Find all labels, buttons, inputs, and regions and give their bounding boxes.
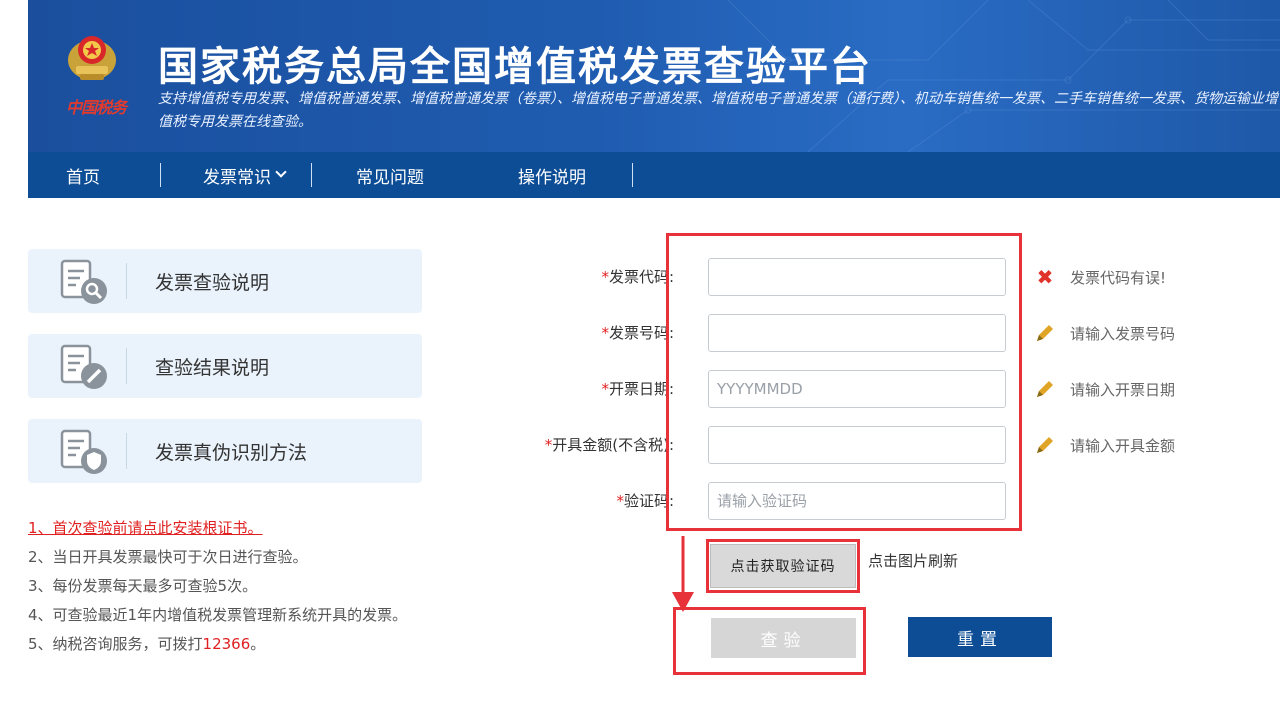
captcha-image-text: 点击获取验证码 (730, 559, 836, 575)
reset-button[interactable]: 重置 (908, 617, 1052, 657)
label-text: 开票日期: (608, 380, 674, 398)
form-row-issue-date: *开票日期: 请输入开票日期 (0, 370, 1280, 410)
amount-input[interactable] (708, 426, 1006, 464)
site-subtitle: 支持增值税专用发票、增值税普通发票、增值税普通发票（卷票）、增值税电子普通发票、… (158, 91, 1278, 130)
invoice-number-input[interactable] (708, 314, 1006, 352)
form-row-captcha: *验证码: (0, 482, 1280, 522)
main-nav: 首页 发票常识 常见问题 操作说明 (28, 152, 1280, 198)
hint-text: 请输入开具金额 (1070, 436, 1176, 455)
captcha-image[interactable]: 点击获取验证码 (710, 544, 856, 588)
notice-list: 1、首次查验前请点此安装根证书。 2、当日开具发票最快可于次日进行查验。 3、每… (28, 514, 478, 659)
label-text: 开具金额(不含税): (552, 436, 674, 454)
form-row-invoice-code: *发票代码: ✖ 发票代码有误! (0, 258, 1280, 298)
invoice-code-input[interactable] (708, 258, 1006, 296)
nav-faq[interactable]: 常见问题 (356, 152, 424, 198)
amount-label: *开具金额(不含税): (545, 434, 674, 455)
hint-text: 发票代码有误! (1070, 268, 1167, 287)
notice-item: 4、可查验最近1年内增值税发票管理新系统开具的发票。 (28, 606, 408, 624)
nav-knowledge-label: 发票常识 (203, 167, 271, 188)
amount-hint: 请输入开具金额 (1034, 434, 1175, 456)
captcha-refresh-text[interactable]: 点击图片刷新 (868, 550, 958, 571)
site-title: 国家税务总局全国增值税发票查验平台 (158, 44, 872, 90)
required-mark: * (616, 492, 624, 510)
site-header-banner: 中国税务 国家税务总局全国增值税发票查验平台 支持增值税专用发票、增值税普通发票… (28, 0, 1280, 152)
brand-calligraphy: 中国税务 (66, 98, 127, 117)
check-button[interactable]: 查验 (711, 618, 856, 658)
pencil-icon (1037, 381, 1053, 397)
nav-faq-label: 常见问题 (356, 167, 424, 188)
captcha-label: *验证码: (616, 490, 674, 511)
error-x-icon: ✖ (1036, 265, 1054, 289)
nav-guide-label: 操作说明 (518, 167, 586, 188)
required-mark: * (601, 324, 609, 342)
invoice-code-label: *发票代码: (601, 266, 674, 287)
notice-text: 5、纳税咨询服务，可拨打 (28, 635, 203, 653)
label-text: 验证码: (623, 492, 674, 510)
issue-date-input[interactable] (708, 370, 1006, 408)
page: 中国税务 国家税务总局全国增值税发票查验平台 支持增值税专用发票、增值税普通发票… (0, 0, 1280, 720)
nav-guide[interactable]: 操作说明 (518, 152, 586, 198)
annotation-arrow-icon (672, 536, 694, 612)
notice-item: 3、每份发票每天最多可查验5次。 (28, 577, 258, 595)
invoice-number-label: *发票号码: (601, 322, 674, 343)
nav-home-label: 首页 (66, 167, 100, 188)
issue-date-hint: 请输入开票日期 (1034, 378, 1175, 400)
notice-item: 2、当日开具发票最快可于次日进行查验。 (28, 548, 308, 566)
label-text: 发票代码: (608, 268, 674, 286)
pencil-icon (1037, 325, 1053, 341)
invoice-code-hint: ✖ 发票代码有误! (1034, 266, 1166, 288)
required-mark: * (601, 380, 609, 398)
hotline-number: 12366 (202, 635, 251, 653)
notice-text: 。 (250, 635, 266, 653)
nav-divider (160, 163, 161, 187)
nav-knowledge[interactable]: 发票常识 (203, 152, 287, 198)
hint-text: 请输入开票日期 (1070, 380, 1176, 399)
nav-divider (311, 163, 312, 187)
hint-text: 请输入发票号码 (1070, 324, 1176, 343)
invoice-number-hint: 请输入发票号码 (1034, 322, 1175, 344)
nav-divider (632, 163, 633, 187)
form-row-invoice-number: *发票号码: 请输入发票号码 (0, 314, 1280, 354)
chevron-down-icon (275, 166, 287, 178)
captcha-input[interactable] (708, 482, 1006, 520)
nav-home[interactable]: 首页 (66, 152, 100, 198)
issue-date-label: *开票日期: (601, 378, 674, 399)
notice-item: 5、纳税咨询服务，可拨打12366。 (28, 630, 478, 659)
pencil-icon (1037, 437, 1053, 453)
tax-emblem-icon (68, 36, 116, 80)
label-text: 发票号码: (608, 324, 674, 342)
form-row-amount: *开具金额(不含税): 请输入开具金额 (0, 426, 1280, 466)
required-mark: * (601, 268, 609, 286)
